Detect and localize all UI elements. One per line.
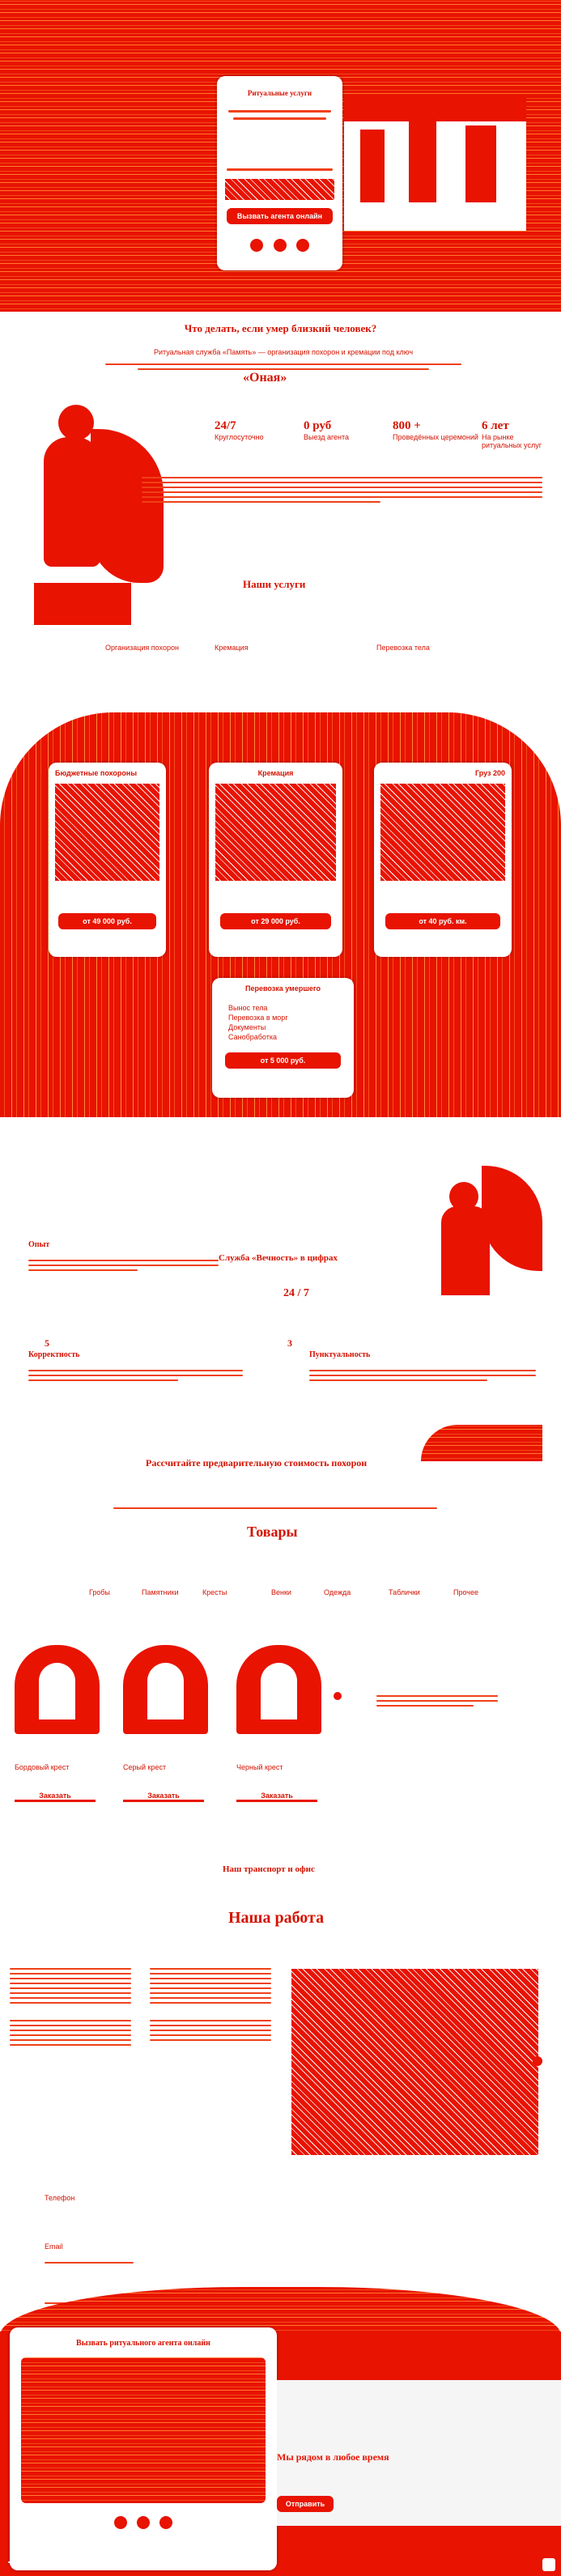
footer-info-panel: Мы рядом в любое время Отправить [277,2380,561,2526]
price-card-extra: Перевозка умершего Вынос тела Перевозка … [212,978,354,1098]
price-card-1: Бюджетные похороны от 49 000 руб. [49,763,166,957]
call-agent-button[interactable]: Вызвать агента онлайн [227,208,333,224]
tab-coffins[interactable]: Гробы [89,1588,110,1596]
page-title: Что делать, если умер близкий человек? [184,322,377,334]
telegram-icon[interactable] [159,2516,173,2529]
services-title: Наши услуги [243,578,306,590]
product-image-2[interactable] [123,1645,208,1734]
whatsapp-icon[interactable] [273,239,287,252]
carousel-next-icon[interactable] [334,1692,342,1700]
tab-monuments[interactable]: Памятники [142,1588,179,1596]
angel-statue-2 [425,1166,542,1295]
submit-button[interactable]: Отправить [277,2496,334,2512]
telegram-icon[interactable] [295,239,309,252]
tab-crosses[interactable]: Кресты [202,1588,227,1596]
order-button-3[interactable]: Заказать [236,1792,317,1802]
product-image-3[interactable] [236,1645,321,1734]
goods-tabs: Гробы Памятники Кресты Венки Одежда Табл… [89,1588,534,1600]
gallery-next-icon[interactable] [533,2056,542,2066]
price-button-1[interactable]: от 49 000 руб. [58,913,156,929]
tab-plates[interactable]: Таблички [389,1588,420,1596]
order-button-2[interactable]: Заказать [123,1792,204,1802]
tab-other[interactable]: Прочее [453,1588,478,1596]
hero-photo [344,97,526,231]
work-gallery-photo[interactable] [291,1969,538,2155]
product-image-1[interactable] [15,1645,100,1734]
phone-icon[interactable] [250,239,264,252]
scroll-top-icon[interactable] [542,2558,555,2571]
about-intro: Ритуальная служба «Память» — организация… [153,348,414,356]
whatsapp-icon[interactable] [137,2516,150,2529]
order-button-1[interactable]: Заказать [15,1792,96,1802]
brand-name: «Оная» [243,371,287,385]
stats-row: 24/7 Круглосуточно 0 руб Выезд агента 800 … [215,419,542,449]
order-form: Вызвать ритуального агента онлайн [10,2327,277,2570]
tab-clothes[interactable]: Одежда [324,1588,351,1596]
tab-wreaths[interactable]: Венки [271,1588,291,1596]
price-card-2: Кремация от 29 000 руб. [209,763,342,957]
hero-card: Ритуальные услуги Вызвать агента онлайн [217,76,342,270]
phone-icon[interactable] [113,2516,127,2529]
price-button-3[interactable]: от 40 руб. км. [385,913,500,929]
price-card-3: Груз 200 от 40 руб. км. [374,763,512,957]
card-heading: Ритуальные услуги [247,89,312,97]
price-button-2[interactable]: от 29 000 руб. [220,913,331,929]
price-button-extra[interactable]: от 5 000 руб. [225,1052,341,1069]
